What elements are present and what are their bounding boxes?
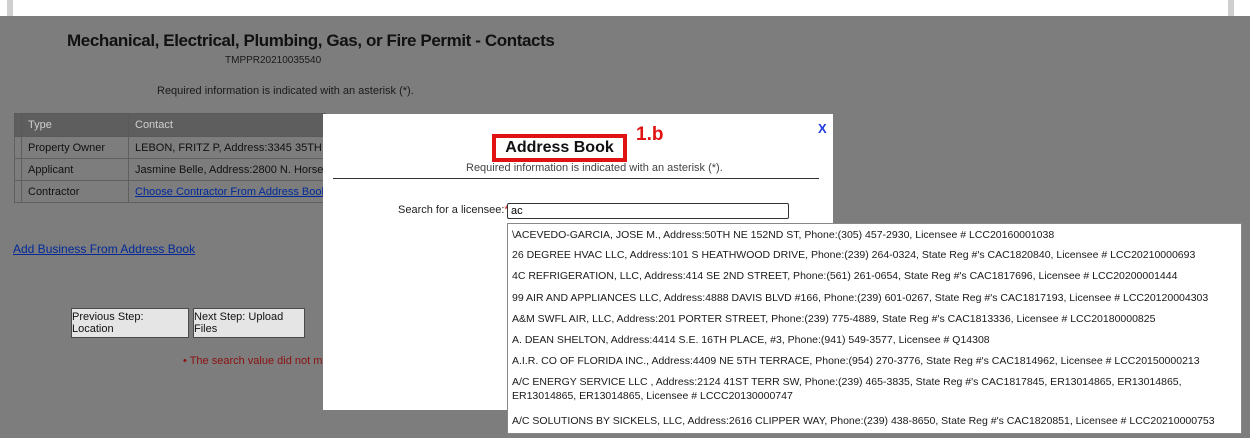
modal-title-text: Address Book: [505, 139, 614, 156]
table-row: Applicant Jasmine Belle, Address:2800 N.…: [14, 158, 326, 181]
row-type: Property Owner: [21, 136, 129, 159]
licensee-search-input[interactable]: [507, 203, 789, 219]
close-button[interactable]: X: [818, 121, 827, 136]
table-header-row: Type Contact: [14, 113, 326, 137]
suggestion-item[interactable]: A/C SOLUTIONS BY SICKELS, LLC, Address:2…: [512, 414, 1237, 428]
annotation-label: 1.b: [636, 124, 664, 145]
suggestion-item[interactable]: A&M SWFL AIR, LLC, Address:201 PORTER ST…: [512, 312, 1237, 326]
suggestion-item[interactable]: 99 AIR AND APPLIANCES LLC, Address:4888 …: [512, 291, 1237, 305]
modal-required-note: Required information is indicated with a…: [466, 162, 723, 174]
row-spacer: [14, 136, 22, 159]
search-label: Search for a licensee:*: [398, 204, 509, 216]
modal-divider: [333, 178, 819, 179]
row-type: Contractor: [21, 180, 129, 203]
row-spacer: [14, 158, 22, 181]
next-step-button[interactable]: Next Step: Upload Files: [193, 308, 305, 338]
choose-contractor-link[interactable]: Choose Contractor From Address Book: [135, 186, 325, 198]
table-row: Contractor Choose Contractor From Addres…: [14, 180, 326, 203]
row-contact: Choose Contractor From Address Book: [128, 180, 326, 203]
row-type: Applicant: [21, 158, 129, 181]
contacts-table: Type Contact Property Owner LEBON, FRITZ…: [14, 113, 326, 203]
table-row: Property Owner LEBON, FRITZ P, Address:3…: [14, 136, 326, 159]
modal-title: Address Book: [492, 134, 627, 162]
row-contact: Jasmine Belle, Address:2800 N. Horsehoe …: [128, 158, 326, 181]
table-header-spacer: [14, 113, 22, 137]
top-strip: [0, 0, 1250, 16]
table-header-contact: Contact: [128, 113, 326, 137]
add-business-link[interactable]: Add Business From Address Book: [13, 242, 195, 256]
row-spacer: [14, 180, 22, 203]
previous-step-button[interactable]: Previous Step: Location: [71, 308, 189, 338]
page-title: Mechanical, Electrical, Plumbing, Gas, o…: [67, 31, 555, 50]
scroll-edge-left: [7, 0, 13, 16]
permit-number: TMPPR20210035540: [225, 55, 322, 66]
scroll-edge-right: [1228, 0, 1234, 16]
required-note: Required information is indicated with a…: [157, 85, 414, 97]
table-header-type: Type: [21, 113, 129, 137]
suggestion-item[interactable]: A/C ENERGY SERVICE LLC , Address:2124 41…: [512, 375, 1237, 403]
suggestion-item[interactable]: A. DEAN SHELTON, Address:4414 S.E. 16TH …: [512, 333, 1237, 347]
row-contact: LEBON, FRITZ P, Address:3345 35TH AVE NE: [128, 136, 326, 159]
suggestion-item[interactable]: 4C REFRIGERATION, LLC, Address:414 SE 2N…: [512, 269, 1237, 283]
error-message: • The search value did not mat: [183, 355, 332, 367]
suggestion-item[interactable]: 26 DEGREE HVAC LLC, Address:101 S HEATHW…: [512, 248, 1237, 262]
suggestion-item[interactable]: A.I.R. CO OF FLORIDA INC., Address:4409 …: [512, 354, 1237, 368]
suggestion-item[interactable]: \ACEVEDO-GARCIA, JOSE M., Address:50TH N…: [512, 228, 1237, 242]
suggestions-dropdown: \ACEVEDO-GARCIA, JOSE M., Address:50TH N…: [507, 223, 1242, 434]
search-label-text: Search for a licensee:: [398, 204, 505, 216]
